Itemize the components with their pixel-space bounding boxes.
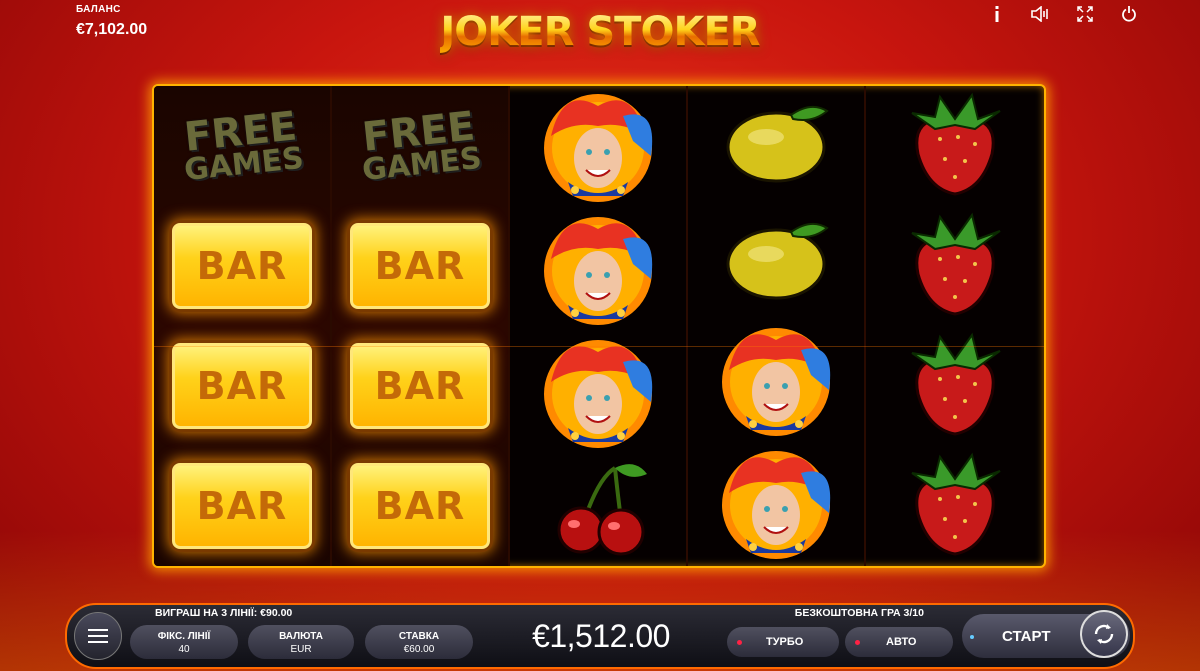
game-logo: JOKER STOKER <box>400 6 800 58</box>
reel-5 <box>866 86 1044 566</box>
reel-2: FREE GAMES BAR BAR BAR <box>332 86 510 566</box>
reel-3 <box>510 86 688 566</box>
games-text: GAMES <box>182 140 306 188</box>
currency-value: EUR <box>290 644 312 655</box>
lemon-symbol <box>721 214 831 309</box>
win-amount: €1,512.00 <box>532 618 670 654</box>
strawberry-symbol <box>900 209 1010 324</box>
menu-button[interactable] <box>74 612 122 660</box>
reel-cell: FREE GAMES <box>154 86 330 206</box>
menu-icon <box>88 629 108 643</box>
reel-divider-line <box>154 346 1044 347</box>
joker-symbol <box>523 209 673 332</box>
bar-text: BAR <box>374 484 466 528</box>
reels: FREE GAMES BAR BAR BAR FREE GAMES BAR BAR BAR <box>154 86 1044 566</box>
reel-cell <box>510 332 686 455</box>
joker-symbol <box>523 332 673 455</box>
reel-1: FREE GAMES BAR BAR BAR <box>154 86 332 566</box>
power-icon[interactable] <box>1118 4 1140 24</box>
currency-label: ВАЛЮТА <box>279 631 323 642</box>
lines-label: ФІКС. ЛІНІЇ <box>157 631 211 642</box>
reel-cell <box>510 86 686 209</box>
strawberry-symbol <box>900 449 1010 564</box>
auto-indicator <box>855 639 860 645</box>
balance-value: €7,102.00 <box>76 21 148 38</box>
info-icon[interactable] <box>986 4 1008 24</box>
bar-text: BAR <box>196 484 288 528</box>
reel-cell <box>688 203 864 320</box>
free-games-symbol: FREE GAMES <box>340 88 500 203</box>
bar-text: BAR <box>196 244 288 288</box>
cherry-symbol <box>543 458 653 563</box>
reel-cell: FREE GAMES <box>332 86 508 206</box>
reel-cell <box>688 443 864 566</box>
free-games-symbol: FREE GAMES <box>162 88 322 203</box>
reels-frame: FREE GAMES BAR BAR BAR FREE GAMES BAR BAR BAR <box>152 84 1046 568</box>
reel-cell <box>510 455 686 566</box>
turbo-button[interactable]: ТУРБО <box>727 627 839 657</box>
reel-cell <box>866 446 1044 566</box>
reel-4 <box>688 86 866 566</box>
bet-button[interactable]: СТАВКА €60.00 <box>365 625 473 659</box>
start-button[interactable]: СТАРТ <box>962 610 1130 658</box>
joker-symbol <box>523 86 673 209</box>
auto-label: АВТО <box>886 636 917 648</box>
bet-value: €60.00 <box>403 644 435 655</box>
bet-label: СТАВКА <box>398 631 440 642</box>
reel-cell <box>688 320 864 443</box>
spin-icon[interactable] <box>1080 610 1128 658</box>
bar-symbol: BAR <box>172 463 312 549</box>
bar-text: BAR <box>196 364 288 408</box>
start-label: СТАРТ <box>1002 627 1051 645</box>
joker-symbol <box>701 320 851 443</box>
bar-text: BAR <box>374 244 466 288</box>
free-game-counter: БЕЗКОШТОВНА ГРА 3/10 <box>794 607 924 619</box>
bar-symbol: BAR <box>172 223 312 309</box>
sound-icon[interactable] <box>1030 4 1052 24</box>
bar-text: BAR <box>374 364 466 408</box>
top-toolbar <box>986 4 1140 24</box>
joker-symbol <box>701 443 851 566</box>
reel-cell: BAR <box>154 446 330 566</box>
win-info-text: ВИГРАШ НА 3 ЛІНІЇ: €90.00 <box>155 607 293 619</box>
balance-display: БАЛАНС €7,102.00 <box>76 4 147 39</box>
fixed-lines-button[interactable]: ФІКС. ЛІНІЇ 40 <box>130 625 238 659</box>
reel-cell: BAR <box>154 206 330 326</box>
auto-button[interactable]: АВТО <box>845 627 953 657</box>
reel-cell: BAR <box>332 326 508 446</box>
fullscreen-icon[interactable] <box>1074 4 1096 24</box>
turbo-label: ТУРБО <box>766 636 804 648</box>
reel-cell <box>866 206 1044 326</box>
bar-symbol: BAR <box>350 223 490 309</box>
strawberry-symbol <box>900 89 1010 204</box>
reel-cell <box>688 86 864 203</box>
reel-cell: BAR <box>332 206 508 326</box>
reel-cell <box>866 86 1044 206</box>
bar-symbol: BAR <box>350 463 490 549</box>
reel-cell <box>866 326 1044 446</box>
logo-text: JOKER STOKER <box>440 9 760 55</box>
bar-symbol: BAR <box>350 343 490 429</box>
lemon-symbol <box>721 97 831 192</box>
reel-cell: BAR <box>154 326 330 446</box>
bar-symbol: BAR <box>172 343 312 429</box>
balance-label: БАЛАНС <box>76 4 121 15</box>
lines-value: 40 <box>178 644 190 655</box>
turbo-indicator <box>737 639 742 645</box>
currency-button[interactable]: ВАЛЮТА EUR <box>248 625 354 659</box>
reel-cell <box>510 209 686 332</box>
start-indicator <box>970 635 974 639</box>
games-text: GAMES <box>360 140 484 188</box>
reel-cell: BAR <box>332 446 508 566</box>
